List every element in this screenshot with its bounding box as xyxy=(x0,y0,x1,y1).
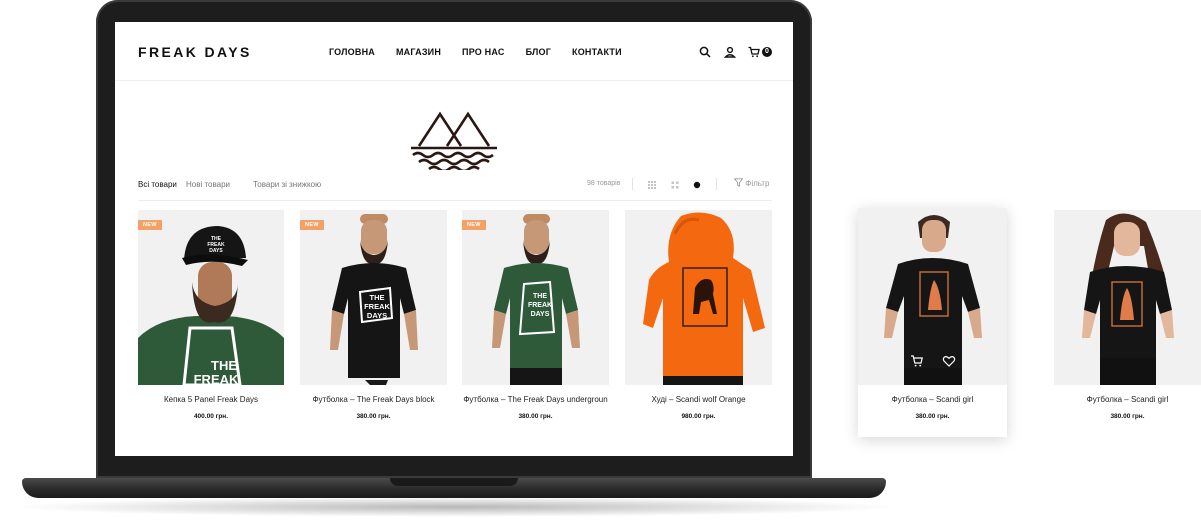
product-card[interactable]: THE FREAK THE FREAK DAYS NEW Кепка 5 Pan… xyxy=(138,210,284,424)
shirt-print-days: DAYS xyxy=(531,311,550,318)
shirt-print-days: DAYS xyxy=(367,311,387,320)
filter-icon xyxy=(733,178,744,187)
product-name[interactable]: Кепка 5 Panel Freak Days xyxy=(138,395,284,404)
product-image: THE FREAK DAYS xyxy=(462,210,609,385)
product-count: 98 товарів xyxy=(587,180,621,187)
product-card[interactable]: THE FREAK DAYS NEW Футболка – The Freak … xyxy=(462,210,609,424)
grid-small-icon[interactable] xyxy=(671,181,679,189)
divider xyxy=(632,178,633,190)
cart-count-badge: 0 xyxy=(762,47,772,57)
product-name[interactable]: Футболка – The Freak Days block xyxy=(300,395,447,404)
product-image xyxy=(625,210,772,385)
filter-label: Фільтр xyxy=(745,179,770,188)
product-card[interactable]: Худі – Scandi wolf Orange 980.00 грн. xyxy=(625,210,772,424)
nav-shop[interactable]: МАГАЗИН xyxy=(396,47,441,57)
tab-sale-products[interactable]: Товари зі знижкою xyxy=(253,180,321,189)
nav-contacts[interactable]: КОНТАКТИ xyxy=(572,47,622,57)
divider xyxy=(716,178,717,190)
product-price: 400.00 грн. xyxy=(193,413,229,420)
site-logo[interactable]: FREAK DAYS xyxy=(138,44,252,60)
new-badge: NEW xyxy=(300,220,324,230)
product-price: 380.00 грн. xyxy=(518,413,553,420)
product-card[interactable]: Футболка – Scandi girl 380.00 грн. xyxy=(1054,210,1201,424)
shirt-print-the: THE xyxy=(370,293,385,302)
laptop-shadow xyxy=(10,497,900,517)
add-to-cart-icon[interactable] xyxy=(910,354,924,368)
shirt-print-freak: FREAK xyxy=(528,302,552,309)
product-image: THE FREAK THE FREAK DAYS xyxy=(138,210,284,385)
laptop-notch xyxy=(390,478,518,486)
grid-icon[interactable] xyxy=(648,181,656,189)
shirt-print-freak: FREAK xyxy=(364,302,390,311)
catalog-toolbar: Всі товари Нові товари Товари зі знижкою… xyxy=(138,178,772,201)
new-badge: NEW xyxy=(138,220,162,230)
user-icon[interactable] xyxy=(724,46,736,58)
nav-home[interactable]: ГОЛОВНА xyxy=(329,47,375,57)
product-price: 380.00 грн. xyxy=(1110,413,1145,420)
list-icon[interactable] xyxy=(693,181,701,189)
cart-icon[interactable] xyxy=(748,46,760,58)
cap-print-days: DAYS xyxy=(209,248,223,254)
tab-all-products[interactable]: Всі товари xyxy=(138,180,177,189)
product-image: THE FREAK DAYS xyxy=(300,210,447,385)
new-badge: NEW xyxy=(462,220,486,230)
product-price: 980.00 грн. xyxy=(681,413,716,420)
product-name[interactable]: Футболка – Scandi girl xyxy=(1054,395,1201,404)
tab-new-products[interactable]: Нові товари xyxy=(186,180,230,189)
product-name[interactable]: Худі – Scandi wolf Orange xyxy=(625,395,772,404)
nav-about[interactable]: ПРО НАС xyxy=(462,47,505,57)
site-header: FREAK DAYS ГОЛОВНА МАГАЗИН ПРО НАС БЛОГ … xyxy=(115,22,793,81)
product-image xyxy=(858,208,1007,385)
product-price: 380.00 грн. xyxy=(915,413,950,420)
product-card-hover[interactable]: Футболка – Scandi girl 380.00 грн. xyxy=(858,208,1007,437)
product-image xyxy=(1054,210,1201,385)
product-price: 380.00 грн. xyxy=(356,413,391,420)
filter-button[interactable]: Фільтр xyxy=(733,178,770,188)
product-card[interactable]: THE FREAK DAYS NEW Футболка – The Freak … xyxy=(300,210,447,424)
shirt-print-the: THE xyxy=(211,358,237,373)
product-name[interactable]: Футболка – The Freak Days undergroun xyxy=(462,395,609,404)
search-icon[interactable] xyxy=(699,46,711,58)
nav-blog[interactable]: БЛОГ xyxy=(526,47,551,57)
heart-icon[interactable] xyxy=(942,354,956,368)
brand-mountain-logo xyxy=(411,111,497,170)
shirt-print-the: THE xyxy=(533,293,547,300)
laptop-screen: FREAK DAYS ГОЛОВНА МАГАЗИН ПРО НАС БЛОГ … xyxy=(115,22,793,456)
main-nav: ГОЛОВНА МАГАЗИН ПРО НАС БЛОГ КОНТАКТИ xyxy=(329,47,622,57)
product-name[interactable]: Футболка – Scandi girl xyxy=(858,395,1007,404)
shirt-print-freak: FREAK xyxy=(194,372,239,385)
